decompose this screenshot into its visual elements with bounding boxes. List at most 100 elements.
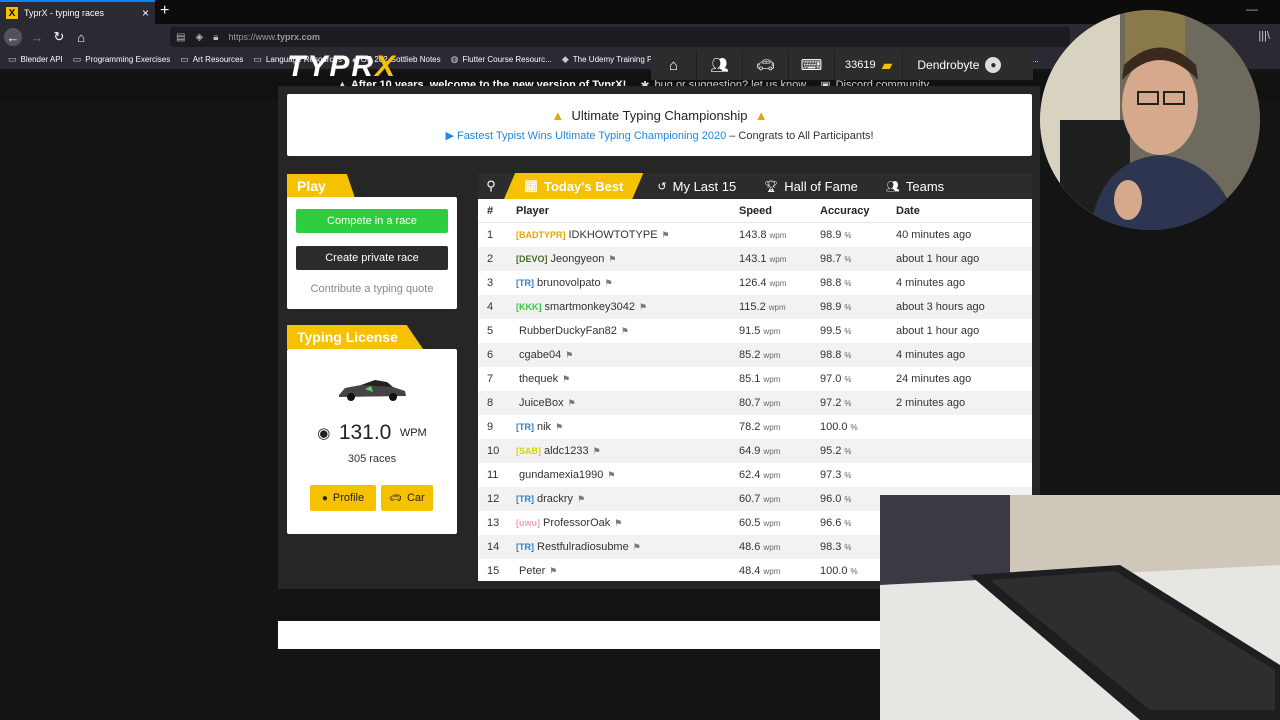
bookmark-item[interactable]: ◆ The Udemy Training P... — [562, 54, 658, 65]
flag-icon[interactable]: ⚑ — [621, 326, 629, 337]
flag-icon[interactable]: ⚑ — [577, 494, 585, 505]
reader-view-icon[interactable]: ▤ — [176, 32, 185, 43]
tab-teams[interactable]: 👥︎ Teams — [872, 173, 958, 199]
player-name[interactable]: Jeongyeon — [551, 253, 605, 265]
player-cell[interactable]: [TR] brunovolpato ⚑ — [516, 277, 613, 289]
user-menu[interactable]: Dendrobyte ● — [903, 57, 1002, 73]
player-name[interactable]: smartmonkey3042 — [545, 301, 636, 313]
championship-link[interactable]: Fastest Typist Wins Ultimate Typing Cham… — [457, 130, 726, 142]
users-icon[interactable]: 👥︎ — [697, 50, 743, 80]
car-icon: 🚗︎ — [389, 492, 402, 504]
keyboard-icon[interactable]: ⌨ — [789, 50, 835, 80]
flag-icon[interactable]: ⚑ — [593, 446, 601, 457]
header-accuracy[interactable]: Accuracy — [820, 205, 870, 217]
player-name[interactable]: Peter — [519, 565, 545, 577]
player-cell[interactable]: JuiceBox ⚑ — [516, 397, 576, 409]
player-cell[interactable]: [KKK] smartmonkey3042 ⚑ — [516, 301, 647, 313]
wpm-value: 131.0 — [338, 421, 392, 444]
bookmark-item[interactable]: ▭ Art Resources — [180, 54, 243, 65]
close-tab-icon[interactable]: × — [142, 6, 149, 20]
flag-icon[interactable]: ⚑ — [633, 542, 641, 553]
new-tab-icon[interactable]: + — [160, 2, 169, 20]
coins-display[interactable]: 33619 ▰ — [835, 50, 904, 80]
compete-race-button[interactable]: Compete in a race — [296, 209, 448, 233]
player-cell[interactable]: [SAB] aldc1233 ⚑ — [516, 445, 601, 457]
speedometer-icon: ◉ — [317, 425, 331, 442]
address-bar[interactable]: ▤ ◈ 🔒︎ https://www.typrx.com — [170, 27, 1070, 47]
profile-button[interactable]: ● Profile — [310, 485, 376, 511]
player-name[interactable]: nik — [537, 421, 551, 433]
shield-icon[interactable]: ◈ — [195, 32, 203, 43]
accuracy-cell: 97.3% — [820, 469, 852, 481]
player-cell[interactable]: [TR] Restfulradiosubme ⚑ — [516, 541, 641, 553]
player-name[interactable]: aldc1233 — [544, 445, 589, 457]
minimize-window-icon[interactable]: — — [1246, 2, 1258, 16]
player-cell[interactable]: thequek ⚑ — [516, 373, 570, 385]
car-icon[interactable]: 🚗︎ — [743, 50, 789, 80]
speed-cell: 115.2 wpm — [739, 301, 786, 313]
bookmark-item[interactable]: ▭ Programming Exercises — [73, 54, 170, 65]
team-tag[interactable]: [TR] — [516, 278, 534, 288]
team-tag[interactable]: [TR] — [516, 422, 534, 432]
library-icon[interactable]: |||\ — [1258, 30, 1270, 42]
back-arrow-icon[interactable]: ← — [4, 28, 22, 46]
flag-icon[interactable]: ⚑ — [549, 566, 557, 577]
player-cell[interactable]: [uwu] ProfessorOak ⚑ — [516, 517, 622, 529]
player-name[interactable]: ProfessorOak — [543, 517, 610, 529]
rank-cell: 9 — [487, 421, 494, 433]
car-button[interactable]: 🚗︎ Car — [381, 485, 433, 511]
reload-icon[interactable]: ↻ — [50, 28, 68, 46]
player-name[interactable]: Restfulradiosubme — [537, 541, 629, 553]
private-race-button[interactable]: Create private race — [296, 246, 448, 270]
search-icon[interactable]: ⚲ — [478, 173, 504, 199]
player-cell[interactable]: [DEVO] Jeongyeon ⚑ — [516, 253, 616, 265]
player-name[interactable]: cgabe04 — [519, 349, 561, 361]
header-date[interactable]: Date — [896, 205, 920, 217]
player-name[interactable]: thequek — [519, 373, 558, 385]
home-nav-icon[interactable]: ⌂ — [651, 50, 697, 80]
player-cell[interactable]: [TR] drackry ⚑ — [516, 493, 585, 505]
flag-icon[interactable]: ⚑ — [608, 254, 616, 265]
typrx-logo[interactable]: TYPRX — [287, 50, 397, 84]
team-tag[interactable]: [KKK] — [516, 302, 542, 312]
team-tag[interactable]: [BADTYPR] — [516, 230, 566, 240]
team-tag[interactable]: [TR] — [516, 542, 534, 552]
player-cell[interactable]: gundamexia1990 ⚑ — [516, 469, 615, 481]
tab-my-last-15[interactable]: ↺ My Last 15 — [643, 173, 750, 199]
player-cell[interactable]: [BADTYPR] IDKHOWTOTYPE ⚑ — [516, 229, 670, 241]
player-name[interactable]: JuiceBox — [519, 397, 564, 409]
player-name[interactable]: drackry — [537, 493, 573, 505]
header-speed[interactable]: Speed — [739, 205, 772, 217]
player-name[interactable]: IDKHOWTOTYPE — [569, 229, 658, 241]
tab-hall-of-fame[interactable]: 🏆︎ Hall of Fame — [750, 173, 872, 199]
team-tag[interactable]: [TR] — [516, 494, 534, 504]
team-tag[interactable]: [SAB] — [516, 446, 541, 456]
contribute-quote-link[interactable]: Contribute a typing quote — [287, 283, 457, 295]
flag-icon[interactable]: ⚑ — [639, 302, 647, 313]
team-tag[interactable]: [uwu] — [516, 518, 540, 528]
player-cell[interactable]: cgabe04 ⚑ — [516, 349, 573, 361]
player-name[interactable]: brunovolpato — [537, 277, 601, 289]
flag-icon[interactable]: ⚑ — [562, 374, 570, 385]
flag-icon[interactable]: ⚑ — [568, 398, 576, 409]
player-name[interactable]: gundamexia1990 — [519, 469, 603, 481]
header-player[interactable]: Player — [516, 205, 549, 217]
home-icon[interactable]: ⌂ — [72, 28, 90, 46]
player-name[interactable]: RubberDuckyFan82 — [519, 325, 617, 337]
player-cell[interactable]: RubberDuckyFan82 ⚑ — [516, 325, 629, 337]
tab-todays-best[interactable]: 📈︎ Today's Best — [504, 173, 644, 199]
bookmark-item[interactable]: ◍ Flutter Course Resourc... — [451, 54, 552, 65]
player-cell[interactable]: [TR] nik ⚑ — [516, 421, 563, 433]
flag-icon[interactable]: ⚑ — [565, 350, 573, 361]
flag-icon[interactable]: ⚑ — [605, 278, 613, 289]
tab-label: Teams — [905, 178, 945, 194]
flag-icon[interactable]: ⚑ — [662, 230, 670, 241]
flag-icon[interactable]: ⚑ — [555, 422, 563, 433]
team-tag[interactable]: [DEVO] — [516, 254, 548, 264]
bookmark-item[interactable]: ▭ Blender API — [8, 54, 63, 65]
forward-arrow-icon[interactable]: → — [28, 28, 46, 46]
flag-icon[interactable]: ⚑ — [614, 518, 622, 529]
browser-tab[interactable]: X TyprX - typing races × — [0, 0, 155, 24]
player-cell[interactable]: Peter ⚑ — [516, 565, 557, 577]
flag-icon[interactable]: ⚑ — [607, 470, 615, 481]
